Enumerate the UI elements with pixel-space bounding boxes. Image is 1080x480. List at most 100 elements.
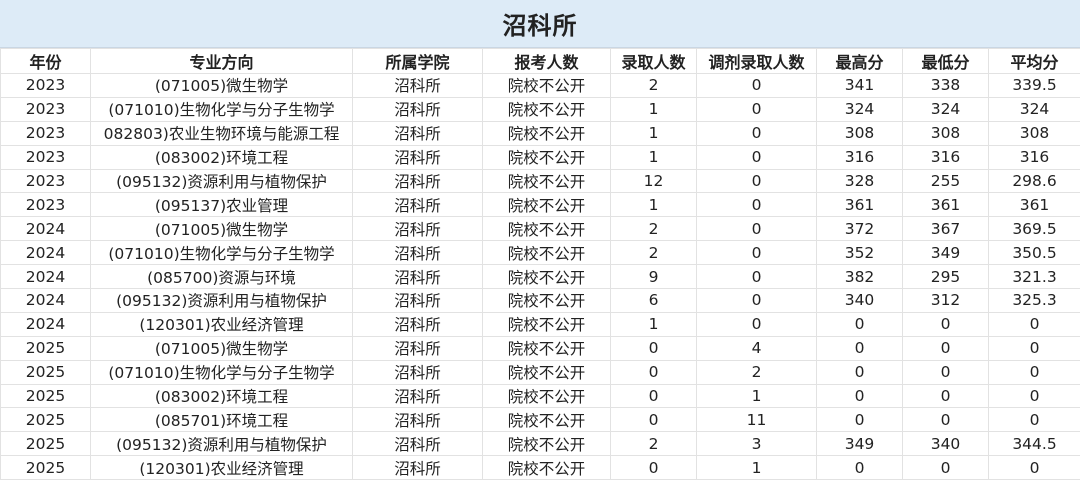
table-row: 2023(083002)环境工程沼科所院校不公开10316316316: [1, 145, 1080, 169]
col-major-cell: (095137)农业管理: [91, 193, 353, 217]
table-row: 2023(071005)微生物学沼科所院校不公开20341338339.5: [1, 74, 1080, 98]
table-row: 2023082803)农业生物环境与能源工程沼科所院校不公开1030830830…: [1, 121, 1080, 145]
col-admitted-cell: 2: [611, 432, 697, 456]
col-major-cell: (085700)资源与环境: [91, 265, 353, 289]
col-admitted-cell: 1: [611, 312, 697, 336]
page-title: 沼科所: [503, 6, 578, 41]
col-admitted-cell: 0: [611, 336, 697, 360]
col-avg-score-cell: 0: [989, 312, 1080, 336]
col-applicants-cell: 院校不公开: [483, 145, 611, 169]
col-applicants-cell: 院校不公开: [483, 312, 611, 336]
col-adjusted-cell: 0: [697, 289, 817, 313]
col-year-cell: 2024: [1, 265, 91, 289]
col-avg-score-cell: 339.5: [989, 74, 1080, 98]
col-max-score-cell: 0: [817, 360, 903, 384]
col-admitted-cell: 9: [611, 265, 697, 289]
col-min-score-cell: 312: [903, 289, 989, 313]
col-admitted-cell: 0: [611, 456, 697, 480]
col-admitted-cell: 1: [611, 121, 697, 145]
col-adjusted-cell: 0: [697, 97, 817, 121]
col-year-cell: 2024: [1, 217, 91, 241]
col-major-cell: (085701)环境工程: [91, 408, 353, 432]
col-applicants-cell: 院校不公开: [483, 217, 611, 241]
col-admitted-cell: 2: [611, 74, 697, 98]
col-avg-score-cell: 298.6: [989, 169, 1080, 193]
col-min-score-cell: 0: [903, 408, 989, 432]
col-major-cell: (071010)生物化学与分子生物学: [91, 97, 353, 121]
col-year-cell: 2025: [1, 384, 91, 408]
col-applicants-header: 报考人数: [483, 49, 611, 74]
col-college-cell: 沼科所: [353, 217, 483, 241]
col-applicants-cell: 院校不公开: [483, 74, 611, 98]
col-max-score-cell: 0: [817, 336, 903, 360]
col-adjusted-cell: 0: [697, 74, 817, 98]
table-row: 2024(071005)微生物学沼科所院校不公开20372367369.5: [1, 217, 1080, 241]
col-adjusted-cell: 2: [697, 360, 817, 384]
col-applicants-cell: 院校不公开: [483, 456, 611, 480]
col-adjusted-cell: 4: [697, 336, 817, 360]
col-major-cell: (095132)资源利用与植物保护: [91, 289, 353, 313]
col-year-cell: 2024: [1, 241, 91, 265]
col-max-score-cell: 308: [817, 121, 903, 145]
col-college-cell: 沼科所: [353, 336, 483, 360]
col-avg-score-cell: 0: [989, 408, 1080, 432]
col-avg-score-cell: 344.5: [989, 432, 1080, 456]
col-adjusted-cell: 0: [697, 241, 817, 265]
col-admitted-cell: 0: [611, 384, 697, 408]
table-row: 2024(095132)资源利用与植物保护沼科所院校不公开60340312325…: [1, 289, 1080, 313]
col-avg-score-cell: 369.5: [989, 217, 1080, 241]
col-college-cell: 沼科所: [353, 193, 483, 217]
col-avg-score-cell: 350.5: [989, 241, 1080, 265]
col-year-cell: 2025: [1, 432, 91, 456]
col-major-cell: (083002)环境工程: [91, 384, 353, 408]
table-row: 2023(095137)农业管理沼科所院校不公开10361361361: [1, 193, 1080, 217]
col-min-score-cell: 0: [903, 312, 989, 336]
col-year-cell: 2023: [1, 145, 91, 169]
table-body: 2023(071005)微生物学沼科所院校不公开20341338339.5202…: [1, 74, 1080, 480]
col-major-cell: (083002)环境工程: [91, 145, 353, 169]
table-row: 2025(085701)环境工程沼科所院校不公开011000: [1, 408, 1080, 432]
col-avg-score-cell: 325.3: [989, 289, 1080, 313]
col-year-cell: 2023: [1, 74, 91, 98]
col-admitted-cell: 12: [611, 169, 697, 193]
col-adjusted-cell: 1: [697, 384, 817, 408]
col-college-header: 所属学院: [353, 49, 483, 74]
col-year-cell: 2025: [1, 408, 91, 432]
col-min-score-cell: 0: [903, 336, 989, 360]
table-row: 2024(085700)资源与环境沼科所院校不公开90382295321.3: [1, 265, 1080, 289]
col-max-score-cell: 324: [817, 97, 903, 121]
col-avg-score-cell: 0: [989, 336, 1080, 360]
col-applicants-cell: 院校不公开: [483, 289, 611, 313]
header-row: 年份专业方向所属学院报考人数录取人数调剂录取人数最高分最低分平均分: [1, 49, 1080, 74]
col-max-score-cell: 0: [817, 456, 903, 480]
col-applicants-cell: 院校不公开: [483, 97, 611, 121]
col-college-cell: 沼科所: [353, 384, 483, 408]
col-avg-score-header: 平均分: [989, 49, 1080, 74]
col-college-cell: 沼科所: [353, 456, 483, 480]
col-min-score-cell: 349: [903, 241, 989, 265]
col-college-cell: 沼科所: [353, 312, 483, 336]
col-major-cell: (071005)微生物学: [91, 336, 353, 360]
col-year-cell: 2023: [1, 121, 91, 145]
col-major-cell: (071010)生物化学与分子生物学: [91, 360, 353, 384]
col-applicants-cell: 院校不公开: [483, 193, 611, 217]
title-bar: 沼科所: [0, 0, 1080, 48]
col-college-cell: 沼科所: [353, 265, 483, 289]
col-adjusted-cell: 11: [697, 408, 817, 432]
col-max-score-cell: 340: [817, 289, 903, 313]
col-admitted-header: 录取人数: [611, 49, 697, 74]
col-applicants-cell: 院校不公开: [483, 265, 611, 289]
table-row: 2023(071010)生物化学与分子生物学沼科所院校不公开1032432432…: [1, 97, 1080, 121]
col-min-score-cell: 367: [903, 217, 989, 241]
col-year-cell: 2023: [1, 193, 91, 217]
col-avg-score-cell: 308: [989, 121, 1080, 145]
col-max-score-cell: 0: [817, 312, 903, 336]
col-admitted-cell: 2: [611, 217, 697, 241]
col-college-cell: 沼科所: [353, 169, 483, 193]
col-year-cell: 2024: [1, 289, 91, 313]
table-row: 2025(071005)微生物学沼科所院校不公开04000: [1, 336, 1080, 360]
col-college-cell: 沼科所: [353, 360, 483, 384]
col-year-cell: 2025: [1, 360, 91, 384]
table-row: 2024(120301)农业经济管理沼科所院校不公开10000: [1, 312, 1080, 336]
col-major-cell: (120301)农业经济管理: [91, 312, 353, 336]
